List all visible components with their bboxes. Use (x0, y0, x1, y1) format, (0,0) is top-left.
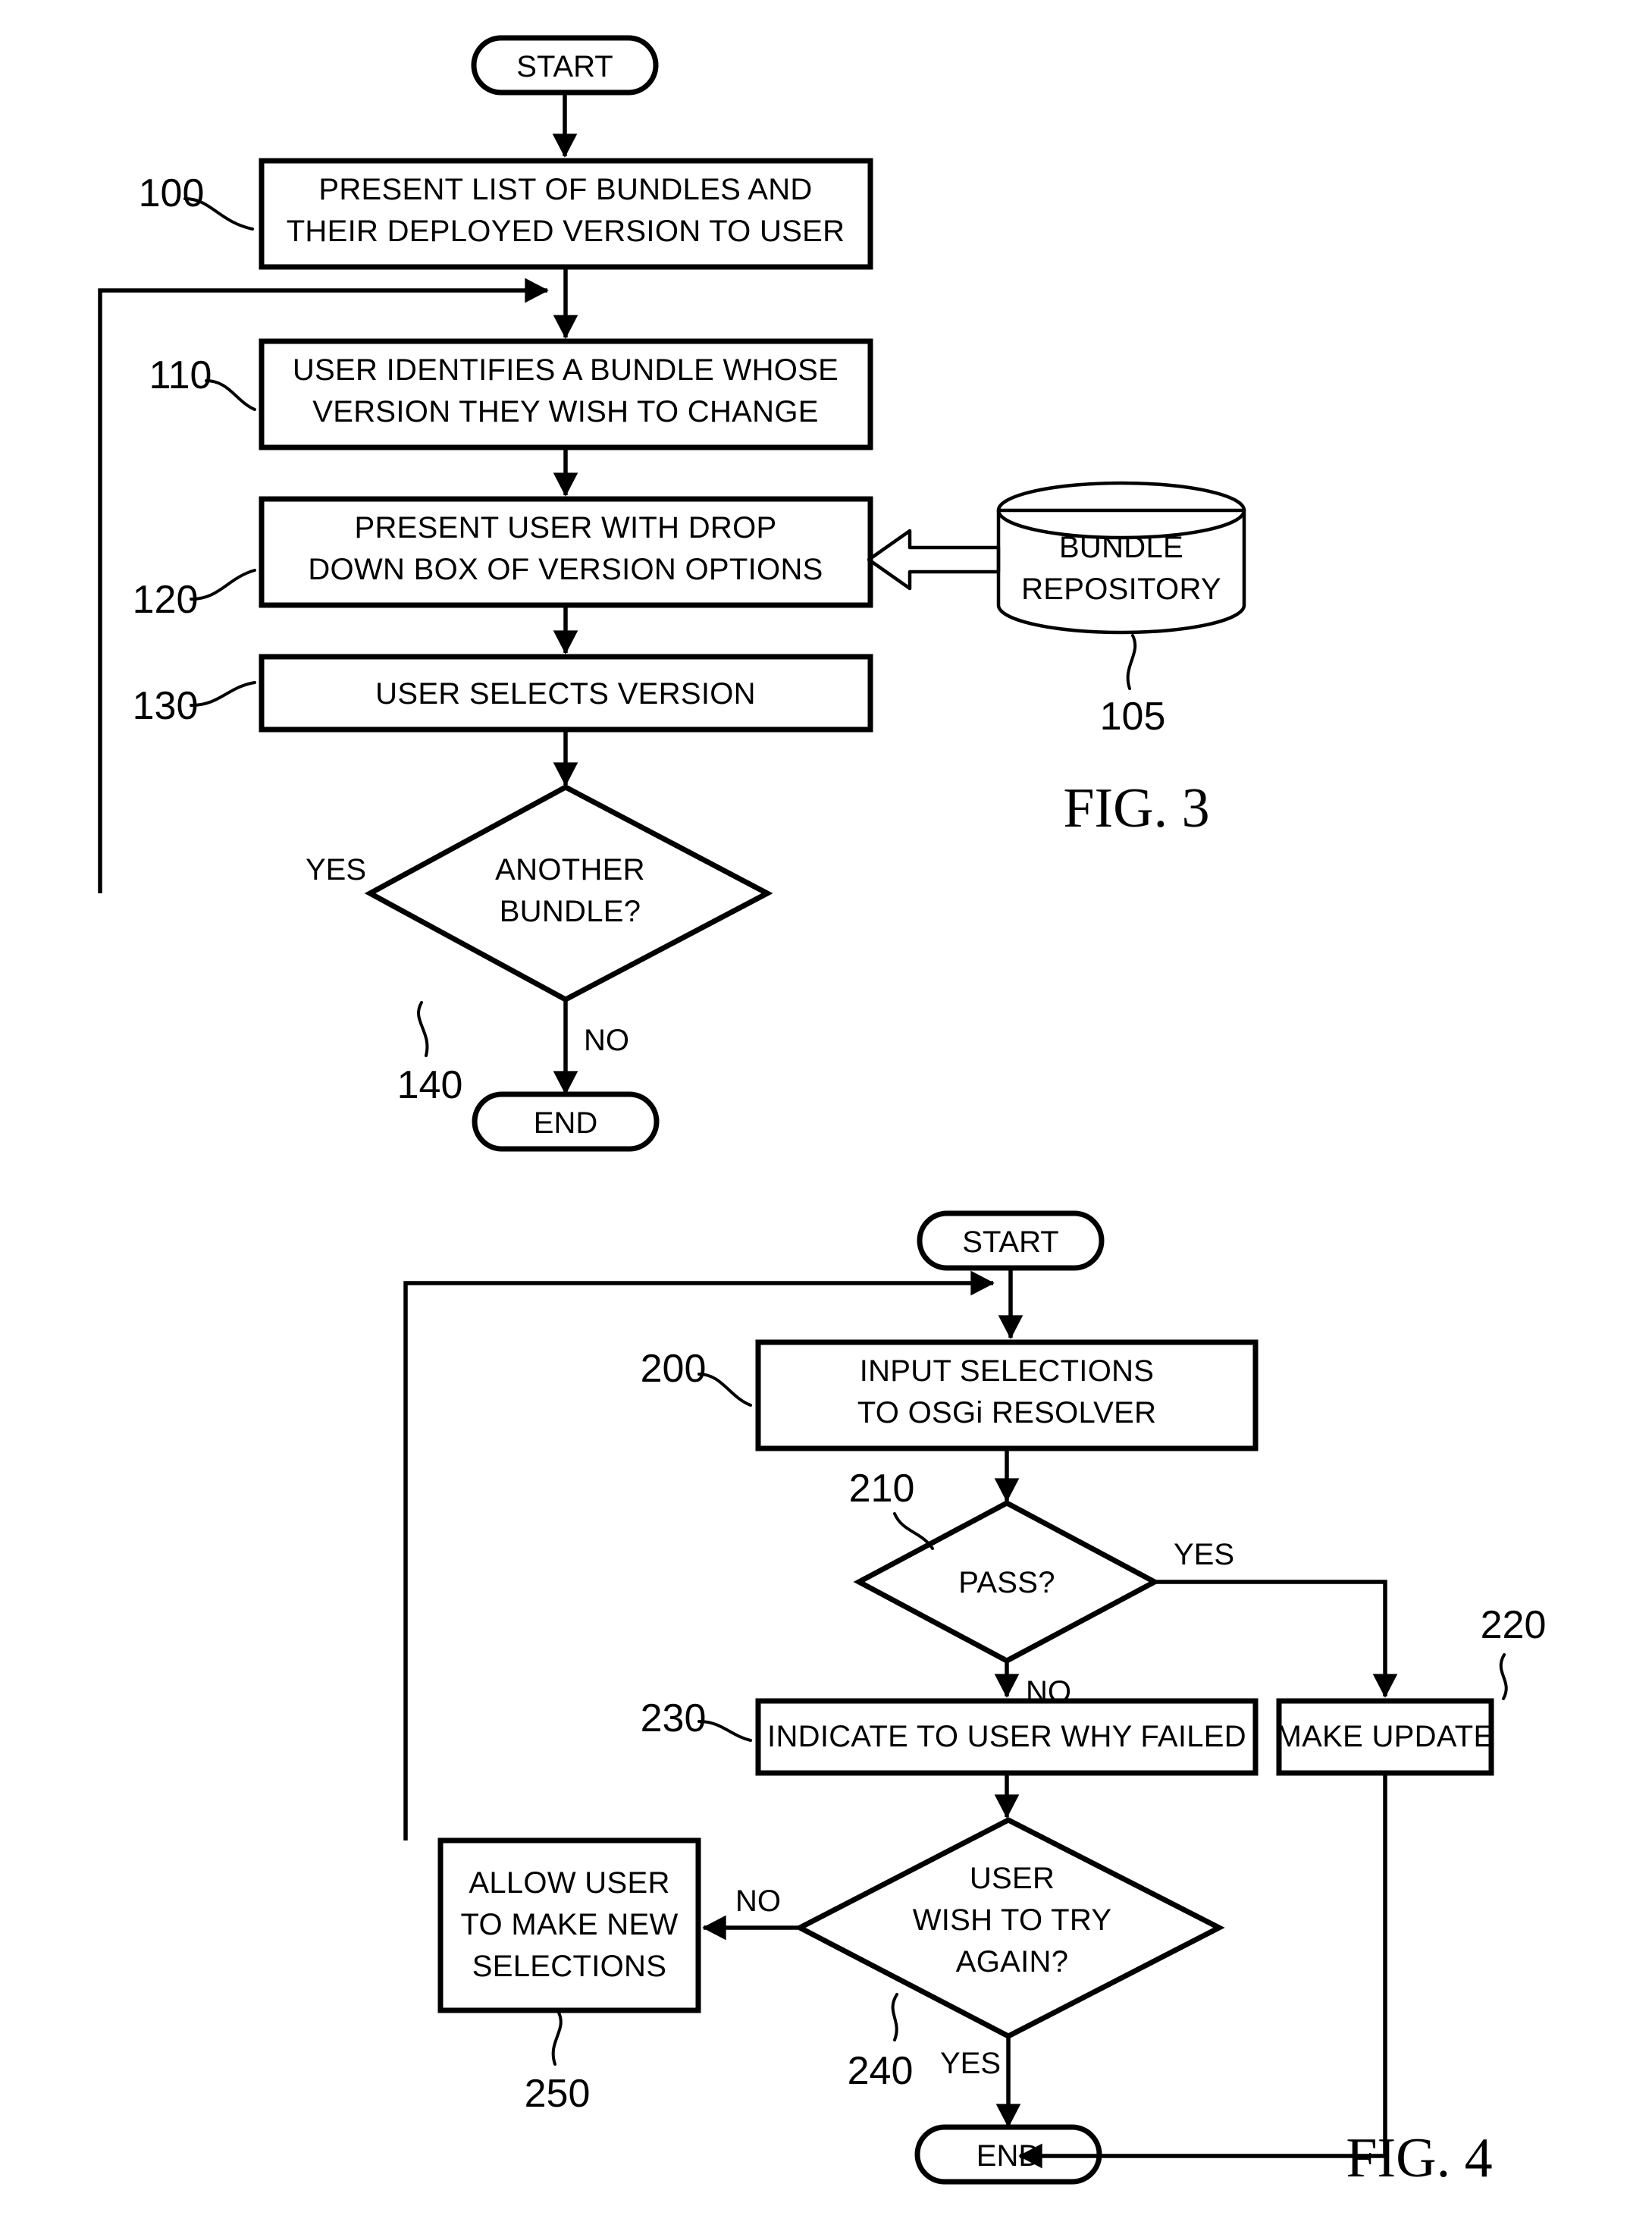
fig4-ref-250: 250 (525, 2072, 591, 2116)
fig4-step-250: ALLOW USER TO MAKE NEW SELECTIONS (437, 1837, 701, 2013)
fig4-decision-240-line3: AGAIN? (956, 1945, 1069, 1979)
fig3-leader-110 (205, 379, 256, 411)
fig3-step-120: PRESENT USER WITH DROP DOWN BOX OF VERSI… (259, 496, 873, 608)
fig3-start-label: START (516, 50, 613, 83)
fig3-decision-140-line1: ANOTHER (495, 853, 645, 886)
fig3-step-120-line2: DOWN BOX OF VERSION OPTIONS (308, 553, 823, 586)
fig4-caption: FIG. 4 (1346, 2127, 1492, 2189)
fig4-ref-210: 210 (849, 1467, 915, 1511)
fig4-start-terminal: START (917, 1210, 1105, 1271)
fig4-step-200: INPUT SELECTIONS TO OSGi RESOLVER (755, 1339, 1259, 1451)
fig3-step-110-line2: VERSION THEY WISH TO CHANGE (312, 395, 819, 428)
fig4-step-250-line2: TO MAKE NEW (460, 1908, 678, 1941)
fig4-ref-230: 230 (641, 1696, 707, 1740)
fig3-decision-140: ANOTHER BUNDLE? (364, 784, 773, 1003)
fig4-ref-240: 240 (848, 2049, 914, 2093)
fig3-leader-105 (1126, 634, 1137, 690)
fig4-leader-240 (891, 1993, 898, 2041)
fig3-end-label: END (534, 1106, 597, 1140)
fig3-ref-120: 120 (133, 578, 199, 622)
fig3-edge-label-no: NO (584, 1024, 629, 1057)
figure-canvas: START PRESENT LIST OF BUNDLES AND THEIR … (98, 35, 1547, 2189)
fig4-edge-label-yes-pass: YES (1174, 1538, 1234, 1571)
fig4-end-label: END (976, 2139, 1040, 2173)
fig3-edge-label-yes: YES (306, 853, 366, 886)
figure-4-group: START INPUT SELECTIONS TO OSGi RESOLVER … (403, 1210, 1547, 2189)
fig4-edge-label-no-again: NO (735, 1884, 781, 1918)
fig4-step-250-line1: ALLOW USER (469, 1866, 669, 1900)
fig3-leader-120 (190, 569, 256, 601)
fig3-step-130-line1: USER SELECTS VERSION (375, 677, 756, 711)
fig4-decision-240: USER WISH TO TRY AGAIN? (794, 1817, 1225, 2039)
fig4-edge-220-to-end-join (1018, 1773, 1387, 2169)
fig4-step-220-line1: MAKE UPDATE (1276, 1720, 1494, 1753)
fig3-repository-line1: BUNDLE (1059, 531, 1183, 564)
fig3-ref-110: 110 (149, 353, 212, 397)
fig4-edge-210-yes-to-220 (1155, 1580, 1398, 1698)
fig3-step-100-line1: PRESENT LIST OF BUNDLES AND (318, 173, 812, 206)
fig3-leader-140 (417, 1001, 429, 1057)
fig4-step-230-line1: INDICATE TO USER WHY FAILED (767, 1720, 1246, 1753)
fig3-step-100: PRESENT LIST OF BUNDLES AND THEIR DEPLOY… (259, 158, 873, 270)
fig4-decision-240-line2: WISH TO TRY (913, 1903, 1112, 1937)
fig4-decision-240-line1: USER (970, 1862, 1055, 1895)
fig4-step-200-line2: TO OSGi RESOLVER (857, 1396, 1157, 1429)
fig3-ref-100: 100 (139, 171, 205, 215)
fig3-step-110: USER IDENTIFIES A BUNDLE WHOSE VERSION T… (259, 338, 873, 450)
fig3-step-110-line1: USER IDENTIFIES A BUNDLE WHOSE (293, 353, 839, 387)
fig3-start-terminal: START (471, 35, 659, 96)
fig3-step-120-line1: PRESENT USER WITH DROP (354, 511, 776, 544)
fig3-leader-130 (190, 681, 256, 707)
fig4-step-230: INDICATE TO USER WHY FAILED (755, 1698, 1259, 1776)
figure-3-group: START PRESENT LIST OF BUNDLES AND THEIR … (98, 35, 1246, 1152)
fig4-leader-220 (1499, 1653, 1508, 1700)
fig3-ref-105: 105 (1100, 695, 1166, 739)
fig4-decision-210-line1: PASS? (958, 1566, 1055, 1599)
fig3-end-terminal: END (472, 1091, 660, 1152)
fig4-leader-200 (697, 1373, 752, 1407)
fig3-decision-140-shape (364, 784, 773, 1003)
fig3-block-arrow-repository-to-120 (867, 529, 1001, 591)
fig4-start-label: START (962, 1225, 1058, 1259)
fig4-step-200-line1: INPUT SELECTIONS (860, 1354, 1155, 1388)
fig3-caption: FIG. 3 (1063, 777, 1209, 839)
fig4-edge-label-yes-again: YES (940, 2047, 1001, 2080)
fig3-decision-140-line2: BUNDLE? (500, 895, 641, 928)
fig3-ref-130: 130 (133, 684, 199, 728)
fig4-leader-210 (893, 1512, 934, 1550)
fig4-ref-200: 200 (641, 1347, 707, 1391)
fig3-ref-140: 140 (397, 1063, 463, 1107)
fig4-ref-220: 220 (1481, 1603, 1547, 1647)
fig3-step-100-line2: THEIR DEPLOYED VERSION TO USER (287, 215, 845, 248)
fig3-step-130: USER SELECTS VERSION (259, 654, 873, 733)
patent-drawing-sheet: START PRESENT LIST OF BUNDLES AND THEIR … (0, 0, 1652, 2228)
fig3-repository-line2: REPOSITORY (1021, 573, 1221, 606)
fig4-step-250-line3: SELECTIONS (472, 1950, 666, 1983)
fig4-leader-250 (551, 2011, 563, 2066)
fig4-step-220: MAKE UPDATE (1276, 1698, 1494, 1776)
fig4-leader-230 (697, 1720, 752, 1742)
fig3-bundle-repository: BUNDLE REPOSITORY (996, 481, 1246, 635)
